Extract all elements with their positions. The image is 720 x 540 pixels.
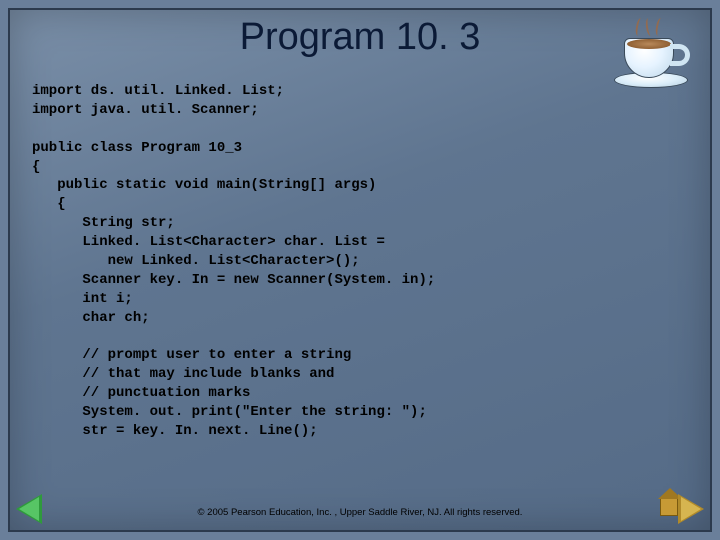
slide-frame: Program 10. 3 import ds. util. Linked. L…	[8, 8, 712, 532]
home-icon	[660, 498, 678, 516]
arrow-left-icon	[16, 494, 42, 524]
slide-title: Program 10. 3	[10, 16, 710, 59]
copyright-footer: © 2005 Pearson Education, Inc. , Upper S…	[10, 507, 710, 518]
prev-slide-button[interactable]	[16, 492, 58, 526]
code-block: import ds. util. Linked. List; import ja…	[32, 82, 688, 441]
next-slide-button[interactable]	[662, 492, 704, 526]
arrow-right-icon	[678, 494, 704, 524]
